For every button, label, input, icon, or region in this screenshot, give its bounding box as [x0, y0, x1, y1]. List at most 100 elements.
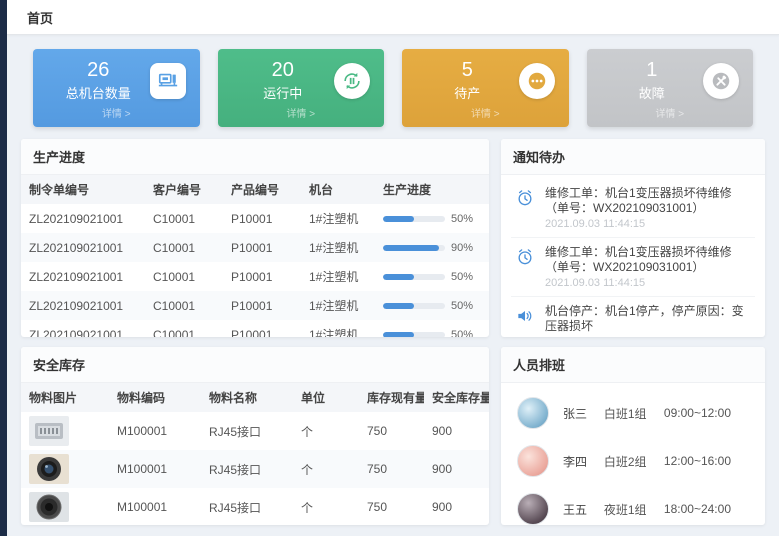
cell-code: M100001	[109, 488, 201, 525]
cell-stock: 750	[359, 488, 424, 525]
cell-progress: 50%	[375, 291, 489, 320]
cell-customer: C10001	[145, 233, 223, 262]
notifications-panel: 通知待办 维修工单：机台1变压器损坏待维修（单号：WX202109031001）	[501, 139, 765, 337]
stat-value: 1	[601, 59, 704, 81]
sidebar-strip	[0, 0, 7, 536]
table-row: M100001 RJ45接口 个 750 900	[21, 450, 489, 488]
notification-time: 2021.09.03 11:44:15	[545, 336, 753, 337]
cell-stock: 750	[359, 450, 424, 488]
cell-name: RJ45接口	[201, 412, 293, 450]
shift-time: 12:00~16:00	[664, 454, 749, 468]
panel-title: 人员排班	[501, 347, 765, 383]
progress-percent: 50%	[451, 300, 473, 312]
table-row: ZL202109021001 C10001 P10001 1#注塑机 50%	[21, 204, 489, 233]
material-image-lens	[29, 454, 69, 484]
fault-icon	[703, 63, 739, 99]
cell-safety: 900	[424, 488, 489, 525]
column-header: 机台	[301, 175, 375, 204]
table-row: M100001 RJ45接口 个 750 900	[21, 488, 489, 525]
notification-time: 2021.09.03 11:44:15	[545, 218, 753, 230]
cell-machine: 1#注塑机	[301, 291, 375, 320]
schedule-row: 王五 夜班1组 18:00~24:00	[515, 485, 751, 525]
stat-cards-row: 26 总机台数量 详情 >	[21, 45, 765, 127]
shift-label: 夜班1组	[604, 501, 650, 518]
avatar	[517, 493, 549, 525]
cell-machine: 1#注塑机	[301, 233, 375, 262]
column-header: 生产进度	[375, 175, 489, 204]
notification-text: 机台停产：机台1停产，停产原因：变压器损坏	[545, 304, 753, 334]
topbar: 首页	[7, 0, 779, 35]
cell-safety: 900	[424, 450, 489, 488]
cell-product: P10001	[223, 291, 301, 320]
panel-title: 生产进度	[21, 139, 489, 175]
cell-stock: 750	[359, 412, 424, 450]
progress-percent: 90%	[451, 242, 473, 254]
speaker-icon	[513, 304, 537, 328]
stat-label: 待产	[416, 83, 519, 102]
person-name: 李四	[563, 453, 590, 470]
progress-percent: 50%	[451, 271, 473, 283]
progress-bar	[383, 216, 445, 222]
schedule-panel: 人员排班 张三 白班1组 09:00~12:00 李四 白班2组 12:00~1…	[501, 347, 765, 525]
stat-card-total-machines[interactable]: 26 总机台数量 详情 >	[33, 49, 200, 127]
inventory-table: 物料图片 物料编码 物料名称 单位 库存现有量 安全库存量	[21, 383, 489, 525]
column-header: 库存现有量	[359, 383, 424, 412]
card-detail-link[interactable]: 详情 >	[232, 105, 371, 120]
main-content: 26 总机台数量 详情 >	[7, 35, 779, 536]
notification-item[interactable]: 维修工单：机台1变压器损坏待维修（单号：WX202109031001） 2021…	[511, 179, 755, 238]
cell-unit: 个	[293, 488, 359, 525]
cell-machine: 1#注塑机	[301, 320, 375, 337]
notification-text: 维修工单：机台1变压器损坏待维修（单号：WX202109031001）	[545, 186, 753, 216]
column-header: 产品编号	[223, 175, 301, 204]
cell-product: P10001	[223, 320, 301, 337]
column-header: 安全库存量	[424, 383, 489, 412]
stat-card-running[interactable]: 20 运行中 详情 >	[218, 49, 385, 127]
card-detail-link[interactable]: 详情 >	[416, 105, 555, 120]
stat-label: 总机台数量	[47, 83, 150, 102]
card-detail-link[interactable]: 详情 >	[47, 105, 186, 120]
cell-name: RJ45接口	[201, 488, 293, 525]
progress-percent: 50%	[451, 329, 473, 338]
stat-value: 20	[232, 59, 335, 81]
shift-label: 白班2组	[604, 453, 650, 470]
panel-grid: 生产进度 制令单编号 客户编号 产品编号 机台 生产进度 交货日期	[21, 139, 765, 525]
avatar	[517, 445, 549, 477]
stat-card-fault[interactable]: 1 故障 详情 >	[587, 49, 754, 127]
column-header: 物料名称	[201, 383, 293, 412]
stat-card-standby[interactable]: 5 待产 详情 >	[402, 49, 569, 127]
progress-bar	[383, 245, 445, 251]
cell-progress: 90%	[375, 233, 489, 262]
cell-customer: C10001	[145, 291, 223, 320]
cell-safety: 900	[424, 412, 489, 450]
card-detail-link[interactable]: 详情 >	[601, 105, 740, 120]
cell-product: P10001	[223, 233, 301, 262]
column-header: 单位	[293, 383, 359, 412]
person-name: 张三	[563, 405, 590, 422]
stat-label: 故障	[601, 83, 704, 102]
cell-customer: C10001	[145, 320, 223, 337]
table-row: ZL202109021001 C10001 P10001 1#注塑机 50%	[21, 320, 489, 337]
cell-product: P10001	[223, 204, 301, 233]
cell-order: ZL202109021001	[21, 291, 145, 320]
column-header: 物料编码	[109, 383, 201, 412]
schedule-row: 李四 白班2组 12:00~16:00	[515, 437, 751, 485]
table-row: M100001 RJ45接口 个 750 900	[21, 412, 489, 450]
column-header: 物料图片	[21, 383, 109, 412]
person-name: 王五	[563, 501, 590, 518]
inventory-panel: 安全库存 物料图片 物料编码 物料名称 单位 库存现有量 安全库存量	[21, 347, 489, 525]
table-row: ZL202109021001 C10001 P10001 1#注塑机 90%	[21, 233, 489, 262]
cell-machine: 1#注塑机	[301, 204, 375, 233]
production-table: 制令单编号 客户编号 产品编号 机台 生产进度 交货日期 ZL202109021…	[21, 175, 489, 337]
tab-home[interactable]: 首页	[27, 8, 53, 27]
notification-item[interactable]: 维修工单：机台1变压器损坏待维修（单号：WX202109031001） 2021…	[511, 238, 755, 297]
cell-customer: C10001	[145, 262, 223, 291]
cell-product: P10001	[223, 262, 301, 291]
cell-image	[21, 450, 109, 488]
cell-order: ZL202109021001	[21, 204, 145, 233]
cell-progress: 50%	[375, 320, 489, 337]
cell-order: ZL202109021001	[21, 233, 145, 262]
shift-label: 白班1组	[604, 405, 650, 422]
machine-icon	[150, 63, 186, 99]
notification-item[interactable]: 机台停产：机台1停产，停产原因：变压器损坏 2021.09.03 11:44:1…	[511, 297, 755, 337]
clock-icon	[513, 186, 537, 210]
